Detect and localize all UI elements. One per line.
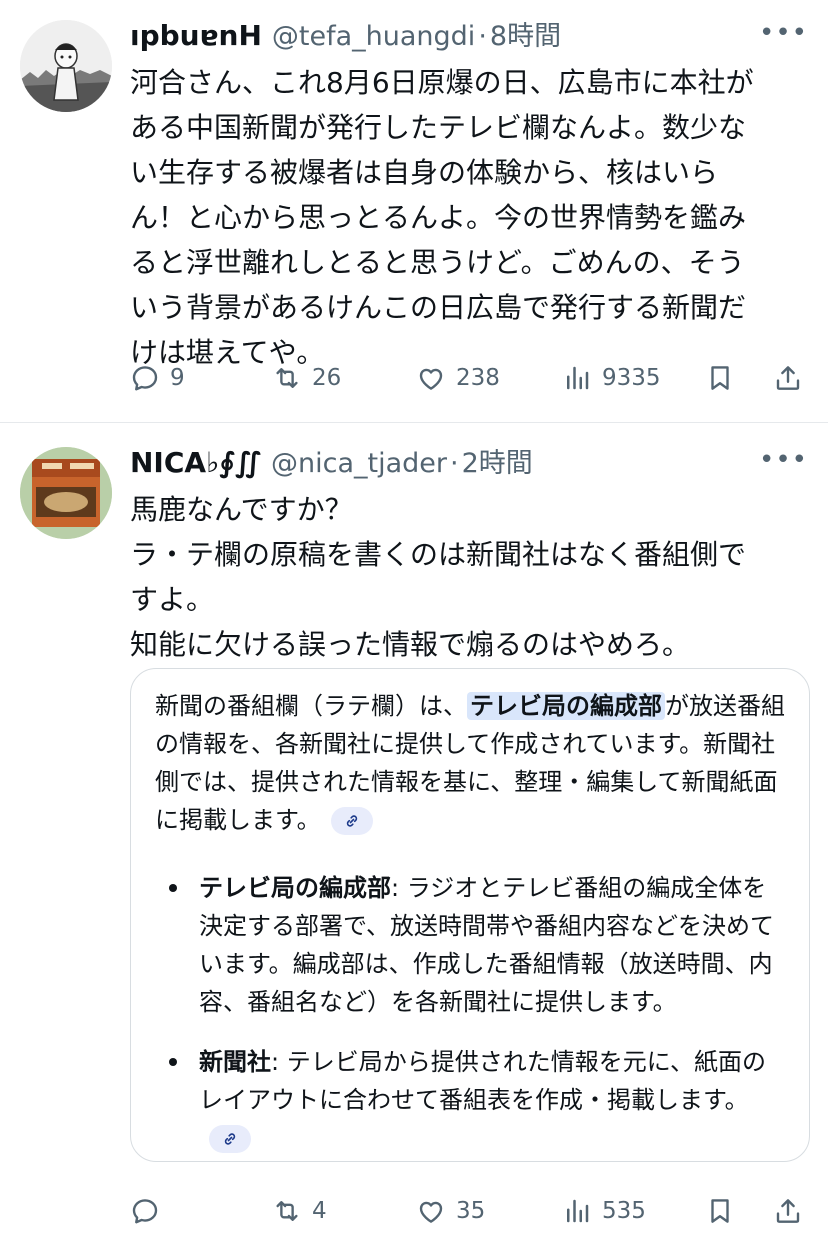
heart-icon [419, 1201, 443, 1223]
more-horizontal-icon[interactable]: ••• [759, 445, 808, 475]
user-handle[interactable]: @nica_tjader [271, 448, 447, 479]
more-horizontal-icon[interactable]: ••• [759, 18, 808, 48]
timestamp[interactable]: 8時間 [490, 14, 561, 53]
tweet[interactable]: ıpbuɐnH @tefa_huangdi · 8時間 ••• 河合さん、これ8… [0, 0, 828, 423]
retweet-icon [276, 368, 298, 388]
like-count: 35 [456, 1198, 486, 1224]
display-name[interactable]: ıpbuɐnH [130, 19, 262, 52]
action-bar: 4 35 535 [130, 1191, 808, 1231]
source-link-chip[interactable] [209, 1125, 251, 1153]
separator-dot: · [478, 21, 487, 52]
share-icon [776, 366, 800, 390]
heart-icon [419, 368, 443, 390]
tweet-text: 馬鹿なんですか？ ラ・テ欄の原稿を書くのは新聞社はなく番組側で すよ。 知能に欠… [130, 493, 747, 661]
retweet-button[interactable]: 4 [272, 1196, 327, 1226]
share-button[interactable] [773, 1196, 803, 1226]
link-icon [346, 815, 357, 827]
bookmark-button[interactable] [705, 363, 735, 393]
avatar[interactable] [20, 447, 112, 539]
reply-icon [132, 1199, 158, 1224]
retweet-button[interactable]: 26 [272, 363, 341, 393]
bookmark-icon [711, 1199, 729, 1223]
action-bar: 9 26 238 9335 [130, 358, 808, 398]
analytics-icon [567, 1199, 589, 1223]
bullet-term: テレビ局の編成部 [199, 874, 391, 902]
list-item: テレビ局の編成部: ラジオとテレビ番組の編成全体を決定する部署で、放送時間帯や番… [155, 869, 785, 1021]
display-name[interactable]: NICA♭∮∬ [130, 446, 261, 479]
reply-button[interactable]: 9 [130, 363, 185, 393]
retweet-count: 4 [312, 1198, 327, 1224]
source-link-chip[interactable] [330, 807, 373, 835]
separator-dot: · [450, 448, 459, 479]
highlighted-term: テレビ局の編成部 [467, 692, 665, 720]
list-item: 新聞社: テレビ局から提供された情報を元に、紙面のレイアウトに合わせて番組表を作… [155, 1043, 785, 1157]
reply-icon [132, 366, 158, 391]
avatar[interactable] [20, 20, 112, 112]
bullet-text: : テレビ局から提供された情報を元に、紙面のレイアウトに合わせて番組表を作成・掲… [199, 1048, 766, 1114]
view-count: 535 [602, 1198, 646, 1224]
share-icon [776, 1199, 800, 1223]
embedded-answer-card[interactable]: 新聞の番組欄（ラテ欄）は、 テレビ局の編成部 が放送番組の情報を、各新聞社に提供して… [130, 668, 810, 1162]
view-count: 9335 [602, 365, 661, 391]
card-text-before: 新聞の番組欄（ラテ欄）は、 [155, 692, 467, 720]
bookmark-icon [711, 366, 729, 390]
tweet[interactable]: NICA♭∮∬ @nica_tjader · 2時間 ••• 馬鹿なんですか？ … [0, 423, 828, 1235]
views-button[interactable]: 9335 [562, 363, 661, 393]
user-handle[interactable]: @tefa_huangdi [272, 21, 475, 52]
link-icon [224, 1133, 236, 1145]
like-button[interactable]: 35 [416, 1196, 485, 1226]
bullet-list: テレビ局の編成部: ラジオとテレビ番組の編成全体を決定する部署で、放送時間帯や番… [155, 869, 785, 1157]
reply-button[interactable] [130, 1196, 160, 1226]
like-button[interactable]: 238 [416, 363, 500, 393]
card-paragraph: 新聞の番組欄（ラテ欄）は、 テレビ局の編成部 が放送番組の情報を、各新聞社に提供して… [155, 687, 785, 839]
retweet-icon [276, 1201, 298, 1221]
reply-count: 9 [170, 365, 185, 391]
bullet-term: 新聞社 [199, 1048, 271, 1076]
bookmark-button[interactable] [705, 1196, 735, 1226]
views-button[interactable]: 535 [562, 1196, 646, 1226]
share-button[interactable] [773, 363, 803, 393]
tweet-text: 河合さん、これ8月6日原爆の日、広島市に本社が ある中国新聞が発行したテレビ欄な… [130, 66, 754, 369]
analytics-icon [567, 366, 589, 390]
like-count: 238 [456, 365, 500, 391]
timestamp[interactable]: 2時間 [462, 441, 533, 480]
retweet-count: 26 [312, 365, 342, 391]
